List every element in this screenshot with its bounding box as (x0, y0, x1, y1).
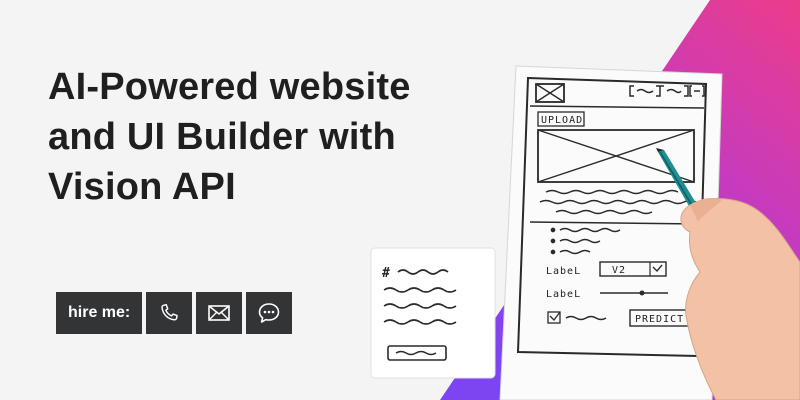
upload-sketch-label: UPLOAD (541, 115, 583, 126)
label-sketch-1: LabeL (546, 266, 581, 277)
heading-mark: # (382, 266, 390, 281)
text-block-card: # (370, 247, 496, 379)
select-sketch-value: V2 (612, 265, 626, 276)
predict-sketch-button: PREDICT (635, 314, 684, 325)
wireframe-illustration: UPLOAD LabeL V2 LabeL PREDICT # (370, 65, 800, 400)
label-sketch-2: LabeL (546, 289, 581, 300)
wireframe-paper: UPLOAD LabeL V2 LabeL PREDICT (499, 65, 723, 400)
